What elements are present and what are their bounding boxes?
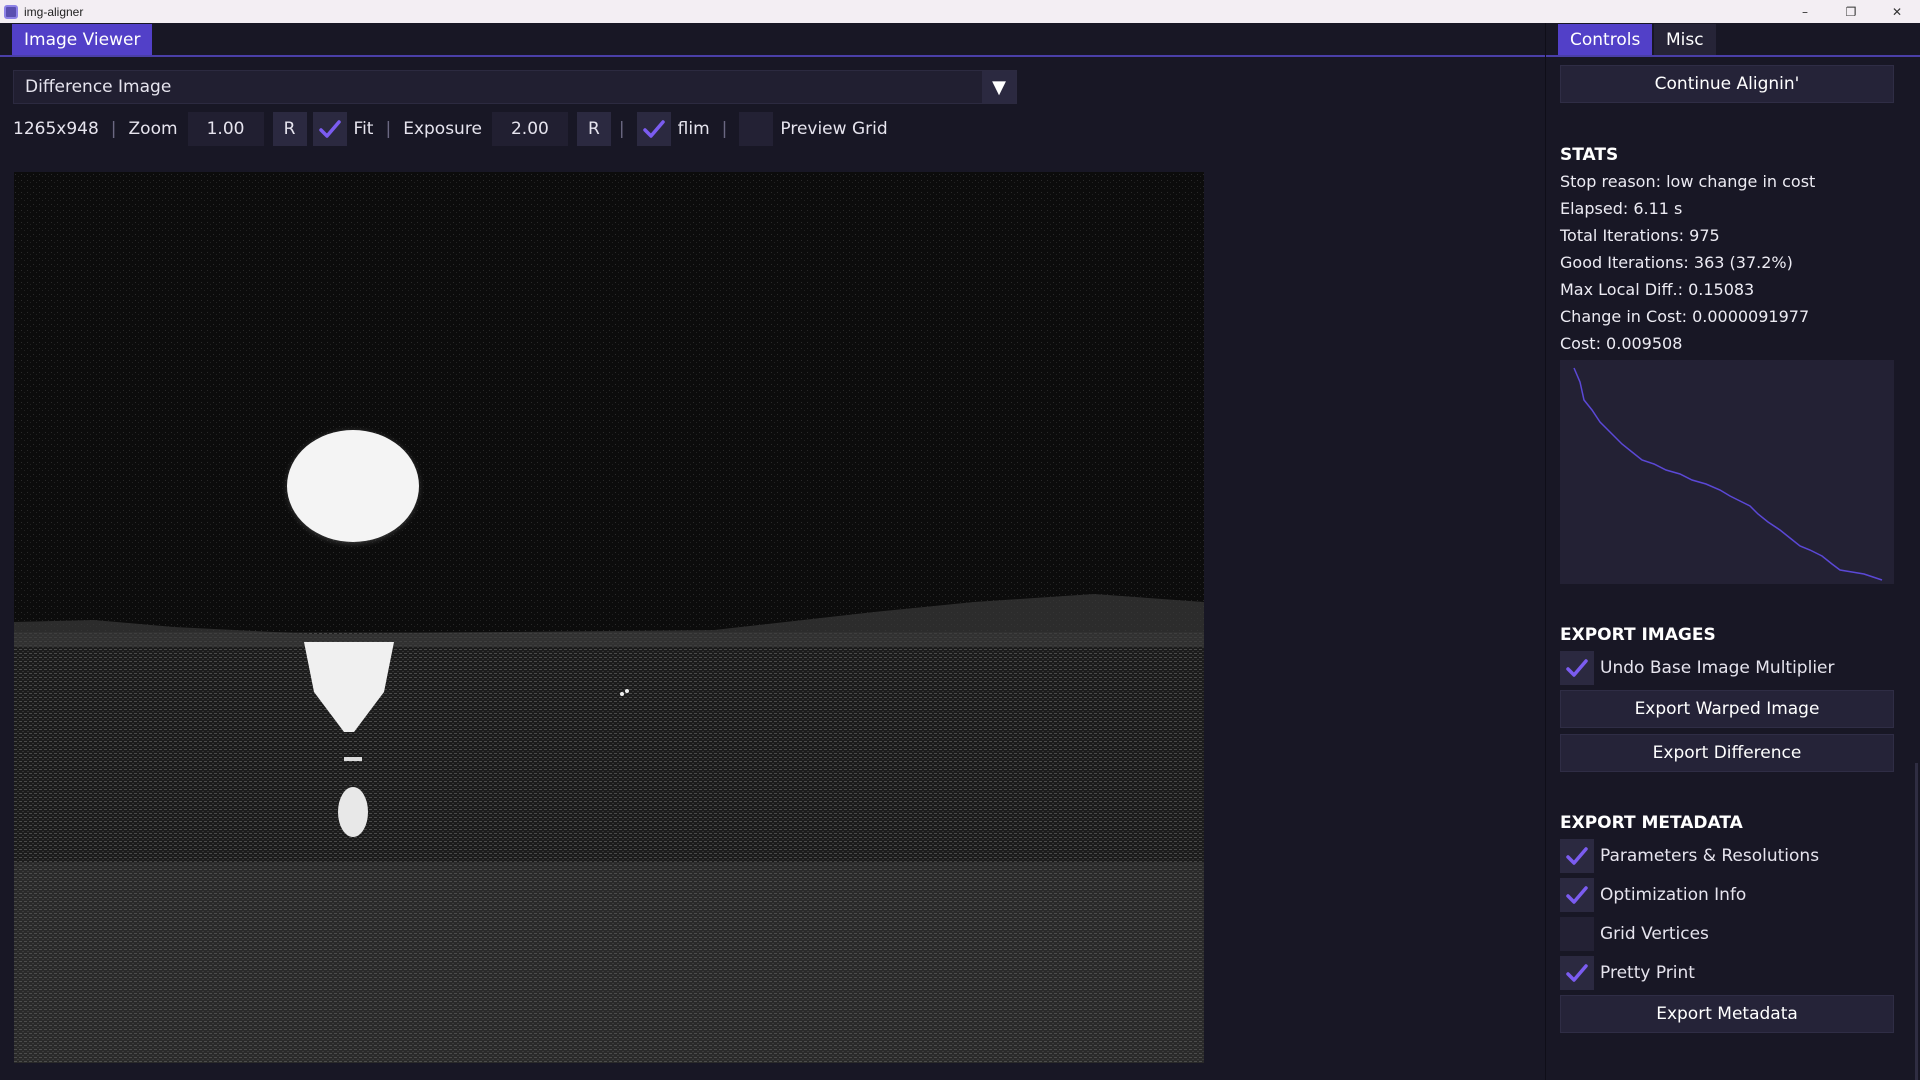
separator: |	[385, 119, 392, 139]
optimization-info-checkbox[interactable]	[1560, 878, 1594, 912]
export-metadata-title: EXPORT METADATA	[1560, 813, 1743, 833]
metadata-option: Parameters & Resolutions	[1560, 839, 1819, 873]
check-icon	[318, 120, 341, 138]
stat-stop-reason: Stop reason: low change in cost	[1560, 172, 1816, 191]
grid-vertices-label: Grid Vertices	[1600, 924, 1709, 944]
separator: |	[110, 119, 117, 139]
image-viewer-panel: Image Viewer Difference Image ▼ 1265x948…	[0, 23, 1545, 1080]
grid-vertices-checkbox[interactable]	[1560, 917, 1594, 951]
cost-history-plot	[1560, 360, 1894, 584]
difference-image[interactable]	[14, 172, 1204, 1063]
viewer-tab-bar: Image Viewer	[0, 23, 1545, 57]
preview-grid-checkbox[interactable]	[739, 112, 774, 146]
stat-good-iterations: Good Iterations: 363 (37.2%)	[1560, 253, 1793, 272]
stat-max-local-diff: Max Local Diff.: 0.15083	[1560, 280, 1755, 299]
chevron-down-icon[interactable]: ▼	[982, 71, 1016, 103]
exposure-reset-button[interactable]: R	[576, 112, 611, 146]
exposure-label: Exposure	[403, 119, 482, 139]
pretty-print-checkbox[interactable]	[1560, 956, 1594, 990]
stat-total-iterations: Total Iterations: 975	[1560, 226, 1720, 245]
undo-base-multiplier-checkbox[interactable]	[1560, 651, 1594, 685]
parameters-resolutions-label: Parameters & Resolutions	[1600, 846, 1820, 866]
image-select-dropdown[interactable]: Difference Image ▼	[13, 70, 1017, 104]
tab-controls[interactable]: Controls	[1558, 24, 1653, 55]
restore-button[interactable]: ❐	[1828, 0, 1874, 23]
check-icon	[1566, 847, 1588, 865]
metadata-option: Optimization Info	[1560, 878, 1746, 912]
zoom-input[interactable]: 1.00	[187, 112, 264, 146]
window-title: img-aligner	[24, 4, 84, 19]
app-icon	[4, 4, 18, 19]
difference-image-render	[14, 172, 1204, 1063]
preview-grid-label: Preview Grid	[780, 119, 888, 139]
title-bar: img-aligner – ❐ ✕	[0, 0, 1920, 23]
parameters-resolutions-checkbox[interactable]	[1560, 839, 1594, 873]
continue-aligning-button[interactable]: Continue Alignin'	[1560, 65, 1894, 103]
dropdown-value: Difference Image	[25, 77, 172, 97]
check-icon	[1566, 964, 1588, 982]
separator: |	[618, 119, 625, 139]
metadata-option: Grid Vertices	[1560, 917, 1709, 951]
flim-checkbox[interactable]	[636, 112, 671, 146]
tab-misc[interactable]: Misc	[1654, 24, 1716, 55]
stats-title: STATS	[1560, 145, 1619, 165]
close-button[interactable]: ✕	[1874, 0, 1920, 23]
tab-image-viewer[interactable]: Image Viewer	[12, 24, 153, 55]
pretty-print-label: Pretty Print	[1600, 963, 1695, 983]
export-images-title: EXPORT IMAGES	[1560, 625, 1716, 645]
zoom-label: Zoom	[128, 119, 178, 139]
undo-base-multiplier-label: Undo Base Image Multiplier	[1600, 658, 1835, 678]
exposure-input[interactable]: 2.00	[491, 112, 568, 146]
flim-label: flim	[677, 119, 710, 139]
controls-panel: Controls Misc Continue Alignin' STATS St…	[1546, 23, 1920, 1080]
metadata-option: Pretty Print	[1560, 956, 1695, 990]
zoom-reset-button[interactable]: R	[272, 112, 307, 146]
check-icon	[1566, 886, 1588, 904]
optimization-info-label: Optimization Info	[1600, 885, 1747, 905]
undo-base-multiplier-option: Undo Base Image Multiplier	[1560, 651, 1835, 685]
window-controls: – ❐ ✕	[1782, 0, 1920, 23]
export-warped-image-button[interactable]: Export Warped Image	[1560, 690, 1894, 728]
fit-checkbox[interactable]	[312, 112, 347, 146]
scrollbar[interactable]	[1915, 763, 1918, 1080]
export-difference-button[interactable]: Export Difference	[1560, 734, 1894, 772]
export-metadata-button[interactable]: Export Metadata	[1560, 995, 1894, 1033]
minimize-button[interactable]: –	[1782, 0, 1828, 23]
stat-cost: Cost: 0.009508	[1560, 334, 1683, 353]
viewer-toolbar: 1265x948 | Zoom 1.00 R Fit | Exposure 2.…	[13, 111, 898, 147]
stat-change-in-cost: Change in Cost: 0.0000091977	[1560, 307, 1810, 326]
separator: |	[721, 119, 728, 139]
controls-tab-bar: Controls Misc	[1546, 23, 1920, 57]
stat-elapsed: Elapsed: 6.11 s	[1560, 199, 1683, 218]
check-icon	[642, 120, 665, 138]
resolution-label: 1265x948	[13, 119, 99, 139]
cost-curve	[1573, 367, 1883, 581]
fit-label: Fit	[353, 119, 374, 139]
check-icon	[1566, 659, 1588, 677]
